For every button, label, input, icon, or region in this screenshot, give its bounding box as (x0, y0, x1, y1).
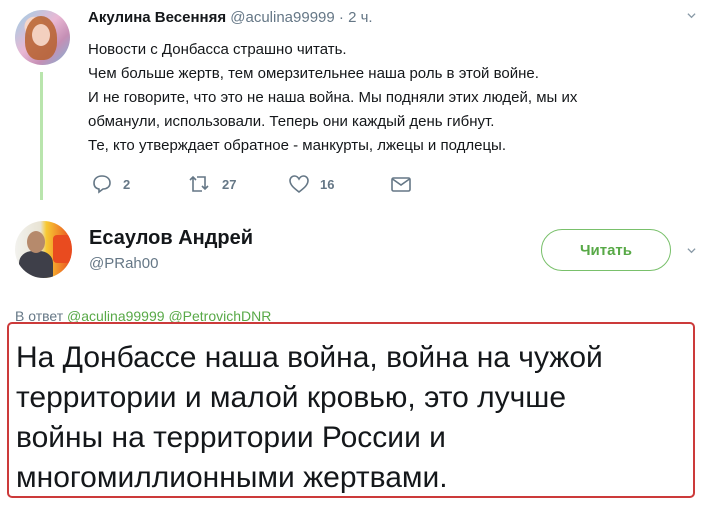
tweet-text-line: Чем больше жертв, тем омерзительнее наша… (88, 65, 539, 82)
avatar-face (27, 231, 45, 253)
tweet-text-line: На Донбассе наша война, война на чужой (16, 341, 603, 374)
message-icon (391, 177, 411, 192)
author-handle[interactable]: @aculina99999 (230, 9, 334, 26)
chevron-down-icon[interactable] (687, 246, 696, 255)
tweet-timestamp[interactable]: 2 ч. (348, 9, 373, 26)
reply-icon (93, 175, 111, 194)
tweet-text-line: территории и малой кровью, это лучше (16, 381, 567, 414)
reply-button[interactable]: 2 (91, 172, 130, 196)
direct-message-button[interactable] (390, 172, 412, 196)
avatar[interactable] (15, 221, 72, 278)
chevron-down-icon[interactable] (687, 11, 696, 20)
tweet-header: Акулина Весенняя @aculina99999 · 2 ч. (88, 9, 373, 26)
tweet-text-line: И не говорите, что это не наша война. Мы… (88, 89, 578, 106)
like-icon (289, 175, 309, 194)
follow-button[interactable]: Читать (541, 229, 671, 271)
avatar[interactable] (15, 10, 70, 65)
avatar-body (19, 251, 53, 278)
like-button[interactable]: 16 (288, 172, 334, 196)
author-name[interactable]: Есаулов Андрей (89, 227, 253, 250)
tweet-text-line: обманули, использовали. Теперь они кажды… (88, 113, 495, 130)
tweet-text-line: войны на территории России и (16, 421, 446, 454)
tweet-text: На Донбассе наша война, война на чужой т… (16, 338, 692, 498)
retweet-count: 27 (222, 176, 237, 192)
author-handle[interactable]: @PRah00 (89, 255, 158, 272)
tweet-text-line: многомиллионными жертвами. (16, 461, 448, 494)
retweet-icon (189, 175, 209, 192)
parent-tweet: Акулина Весенняя @aculina99999 · 2 ч. Но… (0, 0, 702, 205)
author-name[interactable]: Акулина Весенняя (88, 9, 226, 26)
separator-dot: · (338, 9, 344, 26)
tweet-text-line: Те, кто утверждает обратное - манкурты, … (88, 137, 507, 154)
tweet-text: Новости с Донбасса страшно читать. Чем б… (88, 38, 688, 158)
retweet-button[interactable]: 27 (188, 172, 236, 196)
thread-connector-line (40, 72, 43, 200)
avatar-face (32, 24, 50, 46)
like-count: 16 (320, 176, 335, 192)
tweet-text-line: Новости с Донбасса страшно читать. (88, 41, 347, 58)
reply-count: 2 (123, 176, 131, 192)
avatar-background-logo (53, 235, 71, 263)
